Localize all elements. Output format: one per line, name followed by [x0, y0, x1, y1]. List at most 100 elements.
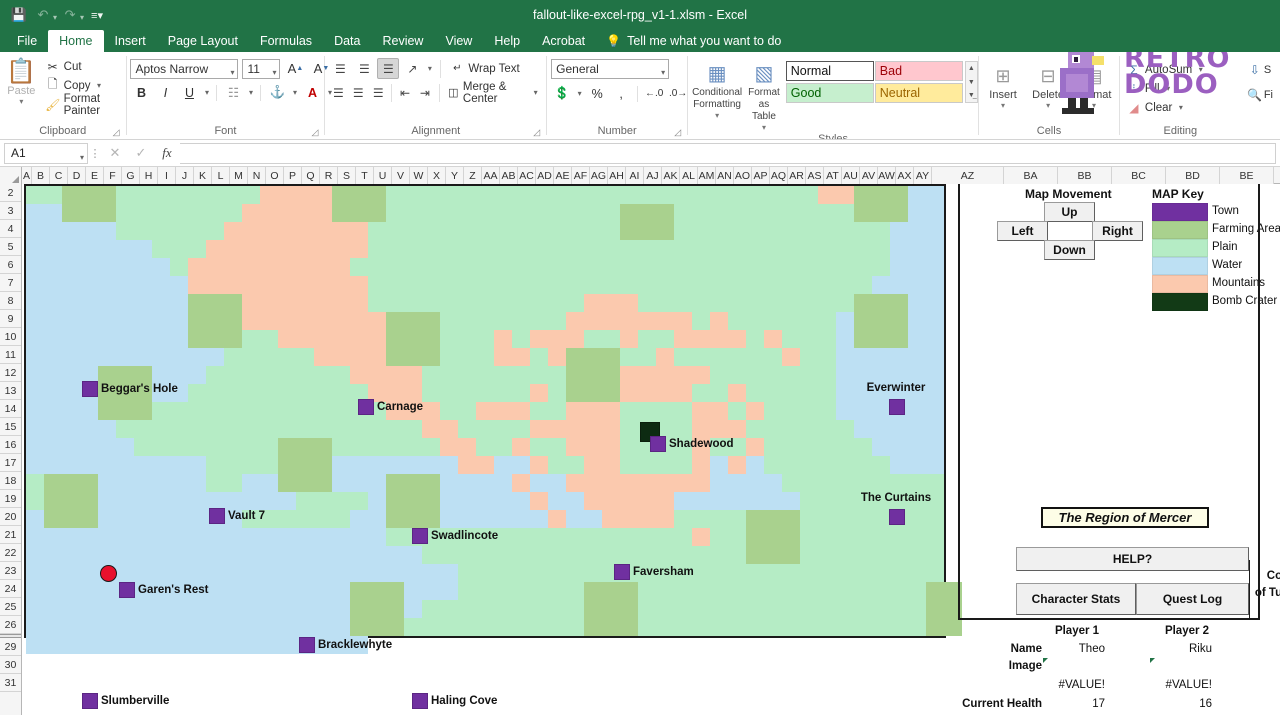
insert-cells-button[interactable]: ⊞ Insert ▾	[983, 59, 1023, 110]
column-header-J[interactable]: J	[176, 167, 194, 184]
column-header-AC[interactable]: AC	[518, 167, 536, 184]
column-header-K[interactable]: K	[194, 167, 212, 184]
column-header-AI[interactable]: AI	[626, 167, 644, 184]
cell-style-good[interactable]: Good	[785, 82, 874, 103]
select-all-corner[interactable]	[0, 167, 22, 184]
autosum-dropdown-icon[interactable]: ▾	[1196, 65, 1205, 74]
row-header-25[interactable]: 25	[0, 598, 21, 616]
column-header-N[interactable]: N	[248, 167, 266, 184]
column-header-BC[interactable]: BC	[1112, 167, 1166, 184]
undo-dropdown-icon[interactable]: ▾	[53, 13, 57, 22]
row-header-14[interactable]: 14	[0, 400, 21, 418]
format-painter-button[interactable]: 🖌 Format Painter	[43, 93, 122, 117]
undo-icon[interactable]: ↶	[32, 4, 54, 26]
column-header-AN[interactable]: AN	[716, 167, 734, 184]
column-header-AL[interactable]: AL	[680, 167, 698, 184]
formula-input[interactable]	[180, 142, 1276, 164]
column-header-F[interactable]: F	[104, 167, 122, 184]
column-header-AA[interactable]: AA	[482, 167, 500, 184]
character-stats-button[interactable]: Character Stats	[1016, 583, 1136, 615]
tab-help[interactable]: Help	[483, 30, 531, 52]
wrap-text-button[interactable]: ↵ Wrap Text	[447, 59, 522, 78]
column-header-G[interactable]: G	[122, 167, 140, 184]
column-header-BA[interactable]: BA	[1004, 167, 1058, 184]
column-header-U[interactable]: U	[374, 167, 392, 184]
chevron-down-icon[interactable]: ▾	[230, 64, 234, 82]
column-header-T[interactable]: T	[356, 167, 374, 184]
row-header-26[interactable]: 26	[0, 616, 21, 634]
column-header-Y[interactable]: Y	[446, 167, 464, 184]
column-header-D[interactable]: D	[68, 167, 86, 184]
column-header-AT[interactable]: AT	[824, 167, 842, 184]
delete-dropdown-icon[interactable]: ▾	[1046, 101, 1050, 110]
row-header-20[interactable]: 20	[0, 508, 21, 526]
column-header-AW[interactable]: AW	[878, 167, 896, 184]
row-header-10[interactable]: 10	[0, 328, 21, 346]
town-marker[interactable]	[82, 693, 98, 709]
row-header-8[interactable]: 8	[0, 292, 21, 310]
player-position-marker[interactable]	[100, 565, 117, 582]
column-header-R[interactable]: R	[320, 167, 338, 184]
column-header-P[interactable]: P	[284, 167, 302, 184]
help-button[interactable]: HELP?	[1016, 547, 1249, 571]
fill-button[interactable]: ⇣ Fill ▾	[1124, 79, 1208, 98]
cell-styles-scrollbar[interactable]: ▲ ▼ ▼̲	[964, 61, 978, 103]
town-marker[interactable]	[889, 399, 905, 415]
row-header-12[interactable]: 12	[0, 364, 21, 382]
align-left-button[interactable]: ☰	[329, 82, 347, 103]
row-header-18[interactable]: 18	[0, 472, 21, 490]
chevron-down-icon[interactable]: ▾	[661, 64, 665, 82]
tab-review[interactable]: Review	[371, 30, 434, 52]
conditional-formatting-dropdown-icon[interactable]: ▾	[715, 111, 719, 120]
row-header-6[interactable]: 6	[0, 256, 21, 274]
row-header-16[interactable]: 16	[0, 436, 21, 454]
scroll-down-icon[interactable]: ▼	[968, 76, 975, 89]
tab-acrobat[interactable]: Acrobat	[531, 30, 596, 52]
tab-view[interactable]: View	[434, 30, 483, 52]
row-header-22[interactable]: 22	[0, 544, 21, 562]
cell-style-normal[interactable]: Normal	[785, 61, 874, 81]
comma-style-button[interactable]: ,	[610, 83, 632, 104]
town-marker[interactable]	[650, 436, 666, 452]
row-header-7[interactable]: 7	[0, 274, 21, 292]
column-header-C[interactable]: C	[50, 167, 68, 184]
borders-dropdown-icon[interactable]: ▾	[246, 88, 255, 97]
row-header-30[interactable]: 30	[0, 656, 21, 674]
tab-page-layout[interactable]: Page Layout	[157, 30, 249, 52]
align-middle-button[interactable]: ☰	[353, 58, 375, 79]
column-header-AD[interactable]: AD	[536, 167, 554, 184]
paste-dropdown-icon[interactable]: ▾	[19, 97, 23, 106]
italic-button[interactable]: I	[154, 82, 176, 103]
chevron-down-icon[interactable]: ▾	[272, 64, 276, 82]
borders-button[interactable]: ☷	[222, 82, 244, 103]
row-header-13[interactable]: 13	[0, 382, 21, 400]
paste-button[interactable]: 📋 Paste ▾	[4, 55, 39, 107]
column-header-AV[interactable]: AV	[860, 167, 878, 184]
cancel-edit-icon[interactable]: ✕	[102, 143, 128, 164]
column-header-AM[interactable]: AM	[698, 167, 716, 184]
column-header-I[interactable]: I	[158, 167, 176, 184]
insert-function-icon[interactable]: fx	[154, 143, 180, 164]
copy-dropdown-icon[interactable]: ▾	[95, 81, 104, 90]
move-down-button[interactable]: Down	[1044, 240, 1095, 260]
customize-qat-icon[interactable]: ≡▾	[86, 4, 108, 26]
row-header-23[interactable]: 23	[0, 562, 21, 580]
tab-file[interactable]: File	[6, 30, 48, 52]
move-up-button[interactable]: Up	[1044, 202, 1095, 222]
name-box[interactable]: A1 ▾	[4, 142, 88, 164]
column-header-B[interactable]: B	[32, 167, 50, 184]
row-header-5[interactable]: 5	[0, 238, 21, 256]
column-header-AR[interactable]: AR	[788, 167, 806, 184]
tell-me-box[interactable]: 💡 Tell me what you want to do	[596, 30, 791, 52]
number-format-select[interactable]: General ▾	[551, 59, 670, 82]
cell-style-bad[interactable]: Bad	[874, 61, 963, 81]
column-header-AS[interactable]: AS	[806, 167, 824, 184]
column-header-E[interactable]: E	[86, 167, 104, 184]
row-header-11[interactable]: 11	[0, 346, 21, 364]
column-header-V[interactable]: V	[392, 167, 410, 184]
row-header-9[interactable]: 9	[0, 310, 21, 328]
tab-insert[interactable]: Insert	[104, 30, 157, 52]
alignment-dialog-launcher-icon[interactable]: ◿	[533, 125, 540, 139]
row-header-4[interactable]: 4	[0, 220, 21, 238]
accounting-dropdown-icon[interactable]: ▾	[575, 89, 584, 98]
